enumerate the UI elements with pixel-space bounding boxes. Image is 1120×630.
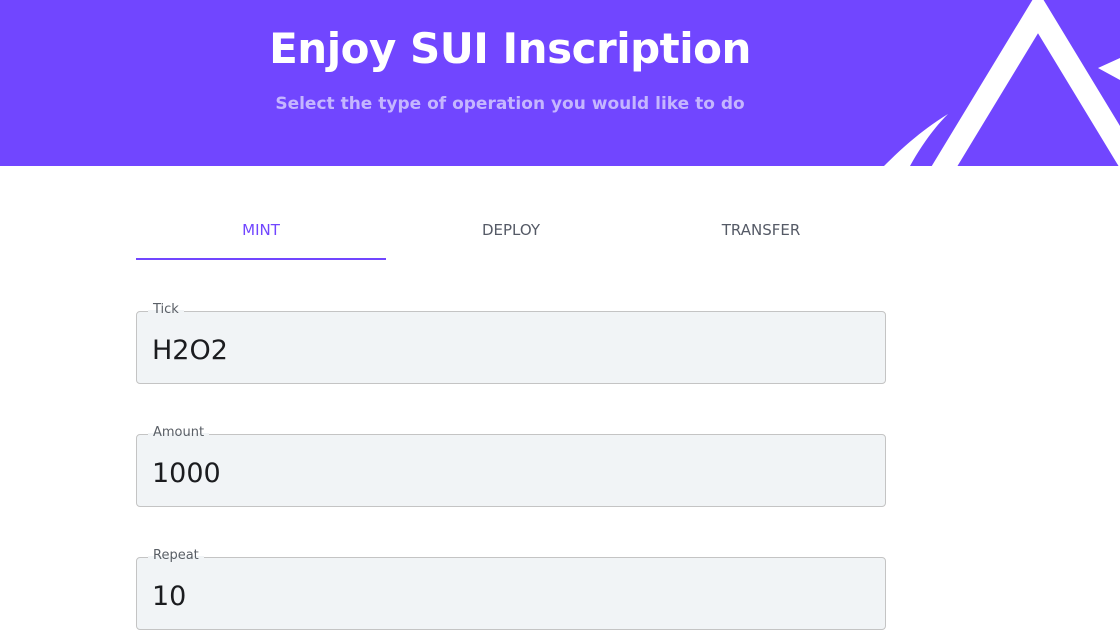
tick-label: Tick [148, 302, 184, 318]
repeat-label: Repeat [148, 548, 204, 564]
tab-mint[interactable]: MINT [136, 200, 386, 260]
active-tab-indicator [136, 258, 386, 260]
header-banner: Enjoy SUI Inscription Select the type of… [0, 0, 1120, 166]
amount-input[interactable] [152, 454, 852, 494]
triangle-logo-icon [884, 0, 1120, 166]
repeat-input[interactable] [152, 577, 852, 617]
tab-deploy[interactable]: DEPLOY [386, 200, 636, 260]
page-title: Enjoy SUI Inscription [269, 24, 751, 73]
tick-input[interactable] [152, 331, 852, 371]
amount-label: Amount [148, 425, 210, 441]
tab-transfer[interactable]: TRANSFER [636, 200, 886, 260]
amount-field: Amount [136, 425, 886, 507]
page: Enjoy SUI Inscription Select the type of… [0, 0, 1120, 630]
page-subtitle: Select the type of operation you would l… [275, 94, 745, 114]
repeat-field: Repeat [136, 548, 886, 630]
tick-field: Tick [136, 302, 886, 384]
operation-tabs: MINT DEPLOY TRANSFER [136, 200, 886, 262]
